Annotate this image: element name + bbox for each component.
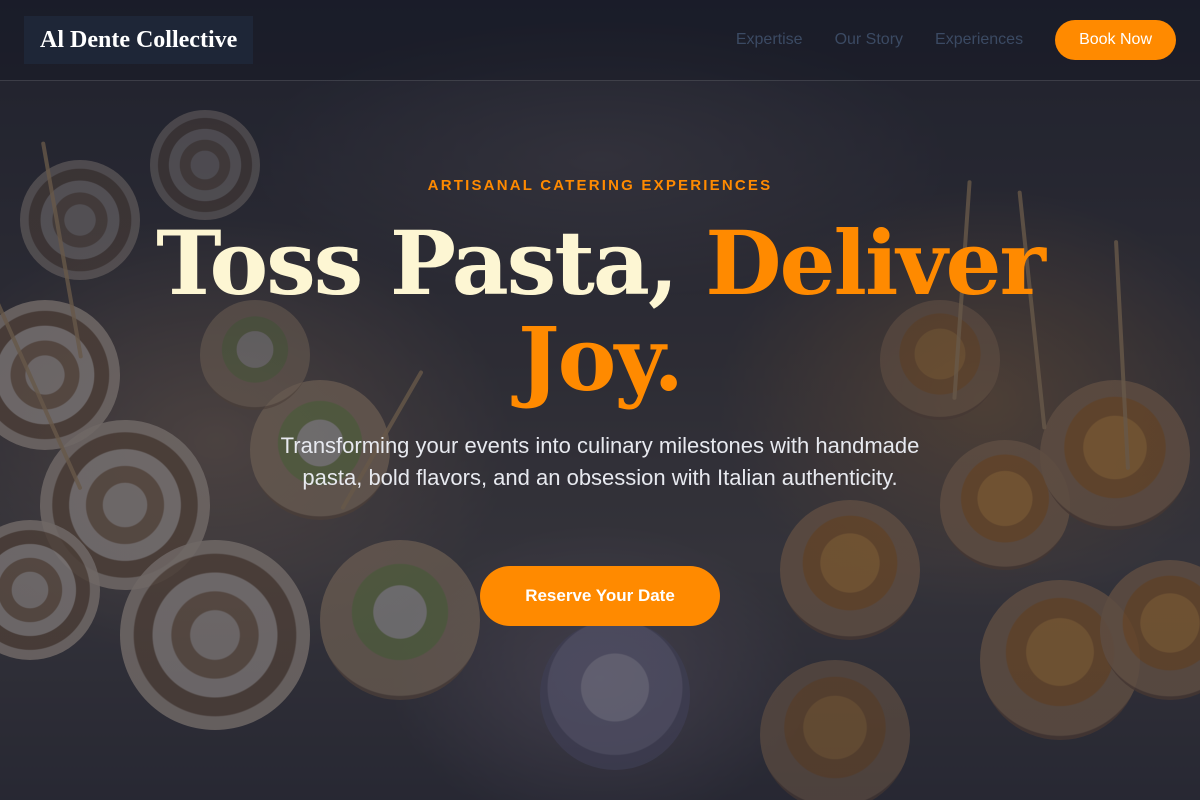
hero-eyebrow: ARTISANAL CATERING EXPERIENCES: [427, 177, 773, 194]
main-nav: Expertise Our Story Experiences Book Now: [736, 20, 1176, 60]
hero-subtitle: Transforming your events into culinary m…: [280, 433, 920, 490]
nav-link-our-story[interactable]: Our Story: [835, 31, 903, 49]
hero-headline-main: Toss Pasta,: [156, 211, 706, 315]
nav-link-expertise[interactable]: Expertise: [736, 31, 803, 49]
site-header: Al Dente Collective Expertise Our Story …: [0, 0, 1200, 81]
hero-section: ARTISANAL CATERING EXPERIENCES Toss Past…: [0, 80, 1200, 800]
hero-headline: Toss Pasta, Deliver Joy.: [150, 215, 1050, 407]
brand-logo[interactable]: Al Dente Collective: [24, 16, 254, 64]
reserve-date-button[interactable]: Reserve Your Date: [480, 566, 720, 626]
book-now-button[interactable]: Book Now: [1055, 20, 1176, 60]
nav-link-experiences[interactable]: Experiences: [935, 31, 1023, 49]
